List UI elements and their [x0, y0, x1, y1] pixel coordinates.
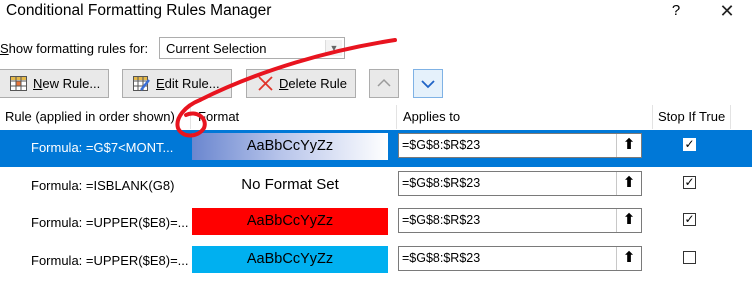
- header-divider[interactable]: [652, 105, 653, 129]
- header-divider[interactable]: [396, 105, 397, 129]
- move-up-button[interactable]: [369, 69, 399, 98]
- new-rule-label: New Rule...: [33, 76, 101, 91]
- rule-row[interactable]: Formula: =ISBLANK(G8) No Format Set =$G$…: [0, 168, 752, 205]
- scope-label-text: how formatting rules for:: [8, 41, 149, 56]
- header-stop-if-true[interactable]: Stop If True: [658, 105, 725, 129]
- range-select-icon[interactable]: ⬆: [616, 134, 641, 157]
- chevron-down-icon[interactable]: ▼: [325, 40, 342, 56]
- format-preview: No Format Set: [241, 176, 339, 193]
- rule-formula: Formula: =UPPER($E8)=...: [31, 215, 189, 230]
- rule-formula: Formula: =G$7<MONT...: [31, 140, 174, 155]
- delete-x-icon: [258, 76, 273, 91]
- range-select-icon[interactable]: ⬆: [616, 172, 641, 195]
- header-divider[interactable]: [190, 105, 191, 129]
- edit-rule-icon: [133, 76, 150, 91]
- format-preview: AaBbCcYyZz: [192, 246, 388, 273]
- edit-rule-button[interactable]: Edit Rule...: [122, 69, 232, 98]
- rules-table-header: Rule (applied in order shown) Format App…: [0, 105, 752, 129]
- header-applies-to[interactable]: Applies to: [403, 105, 460, 129]
- move-down-button[interactable]: [413, 69, 443, 98]
- format-preview: AaBbCcYyZz: [192, 133, 388, 160]
- rule-row[interactable]: Formula: =UPPER($E8)=... AaBbCcYyZz =$G$…: [0, 243, 752, 280]
- scope-select[interactable]: Current Selection ▼: [159, 37, 345, 59]
- close-icon: ✕: [719, 1, 735, 21]
- close-button[interactable]: ✕: [716, 0, 738, 22]
- scope-select-value: Current Selection: [166, 41, 267, 56]
- applies-to-field[interactable]: =$G$8:$R$23 ⬆: [398, 133, 642, 158]
- stop-if-true-checkbox[interactable]: ✓: [683, 213, 696, 226]
- applies-to-value: =$G$8:$R$23: [402, 138, 481, 152]
- scope-label: Show formatting rules for:: [0, 40, 148, 58]
- dialog-title: Conditional Formatting Rules Manager: [6, 2, 272, 19]
- applies-to-field[interactable]: =$G$8:$R$23 ⬆: [398, 171, 642, 196]
- help-button[interactable]: ?: [665, 0, 687, 22]
- scope-label-accesskey: S: [0, 41, 9, 56]
- new-rule-button[interactable]: New Rule...: [0, 69, 109, 98]
- format-preview: AaBbCcYyZz: [192, 208, 388, 235]
- applies-to-field[interactable]: =$G$8:$R$23 ⬆: [398, 208, 642, 233]
- delete-rule-label: Delete Rule: [279, 76, 347, 91]
- stop-if-true-checkbox[interactable]: ✓: [683, 138, 696, 151]
- applies-to-value: =$G$8:$R$23: [402, 251, 481, 265]
- new-rule-icon: [10, 76, 27, 91]
- move-up-icon: [377, 78, 391, 87]
- rule-formula: Formula: =UPPER($E8)=...: [31, 253, 189, 268]
- rule-row[interactable]: Formula: =UPPER($E8)=... AaBbCcYyZz =$G$…: [0, 205, 752, 242]
- stop-if-true-checkbox[interactable]: [683, 251, 696, 264]
- applies-to-field[interactable]: =$G$8:$R$23 ⬆: [398, 246, 642, 271]
- header-divider[interactable]: [730, 105, 731, 129]
- edit-rule-label: Edit Rule...: [156, 76, 220, 91]
- stop-if-true-checkbox[interactable]: ✓: [683, 176, 696, 189]
- question-mark-icon: ?: [671, 2, 681, 19]
- applies-to-value: =$G$8:$R$23: [402, 213, 481, 227]
- range-select-icon[interactable]: ⬆: [616, 247, 641, 270]
- range-select-icon[interactable]: ⬆: [616, 209, 641, 232]
- delete-rule-button[interactable]: Delete Rule: [246, 69, 356, 98]
- move-down-icon: [421, 80, 435, 89]
- rule-row[interactable]: Formula: =G$7<MONT... AaBbCcYyZz =$G$8:$…: [0, 130, 752, 167]
- header-format[interactable]: Format: [198, 105, 239, 129]
- header-rule[interactable]: Rule (applied in order shown): [5, 105, 175, 129]
- rule-formula: Formula: =ISBLANK(G8): [31, 178, 175, 193]
- applies-to-value: =$G$8:$R$23: [402, 176, 481, 190]
